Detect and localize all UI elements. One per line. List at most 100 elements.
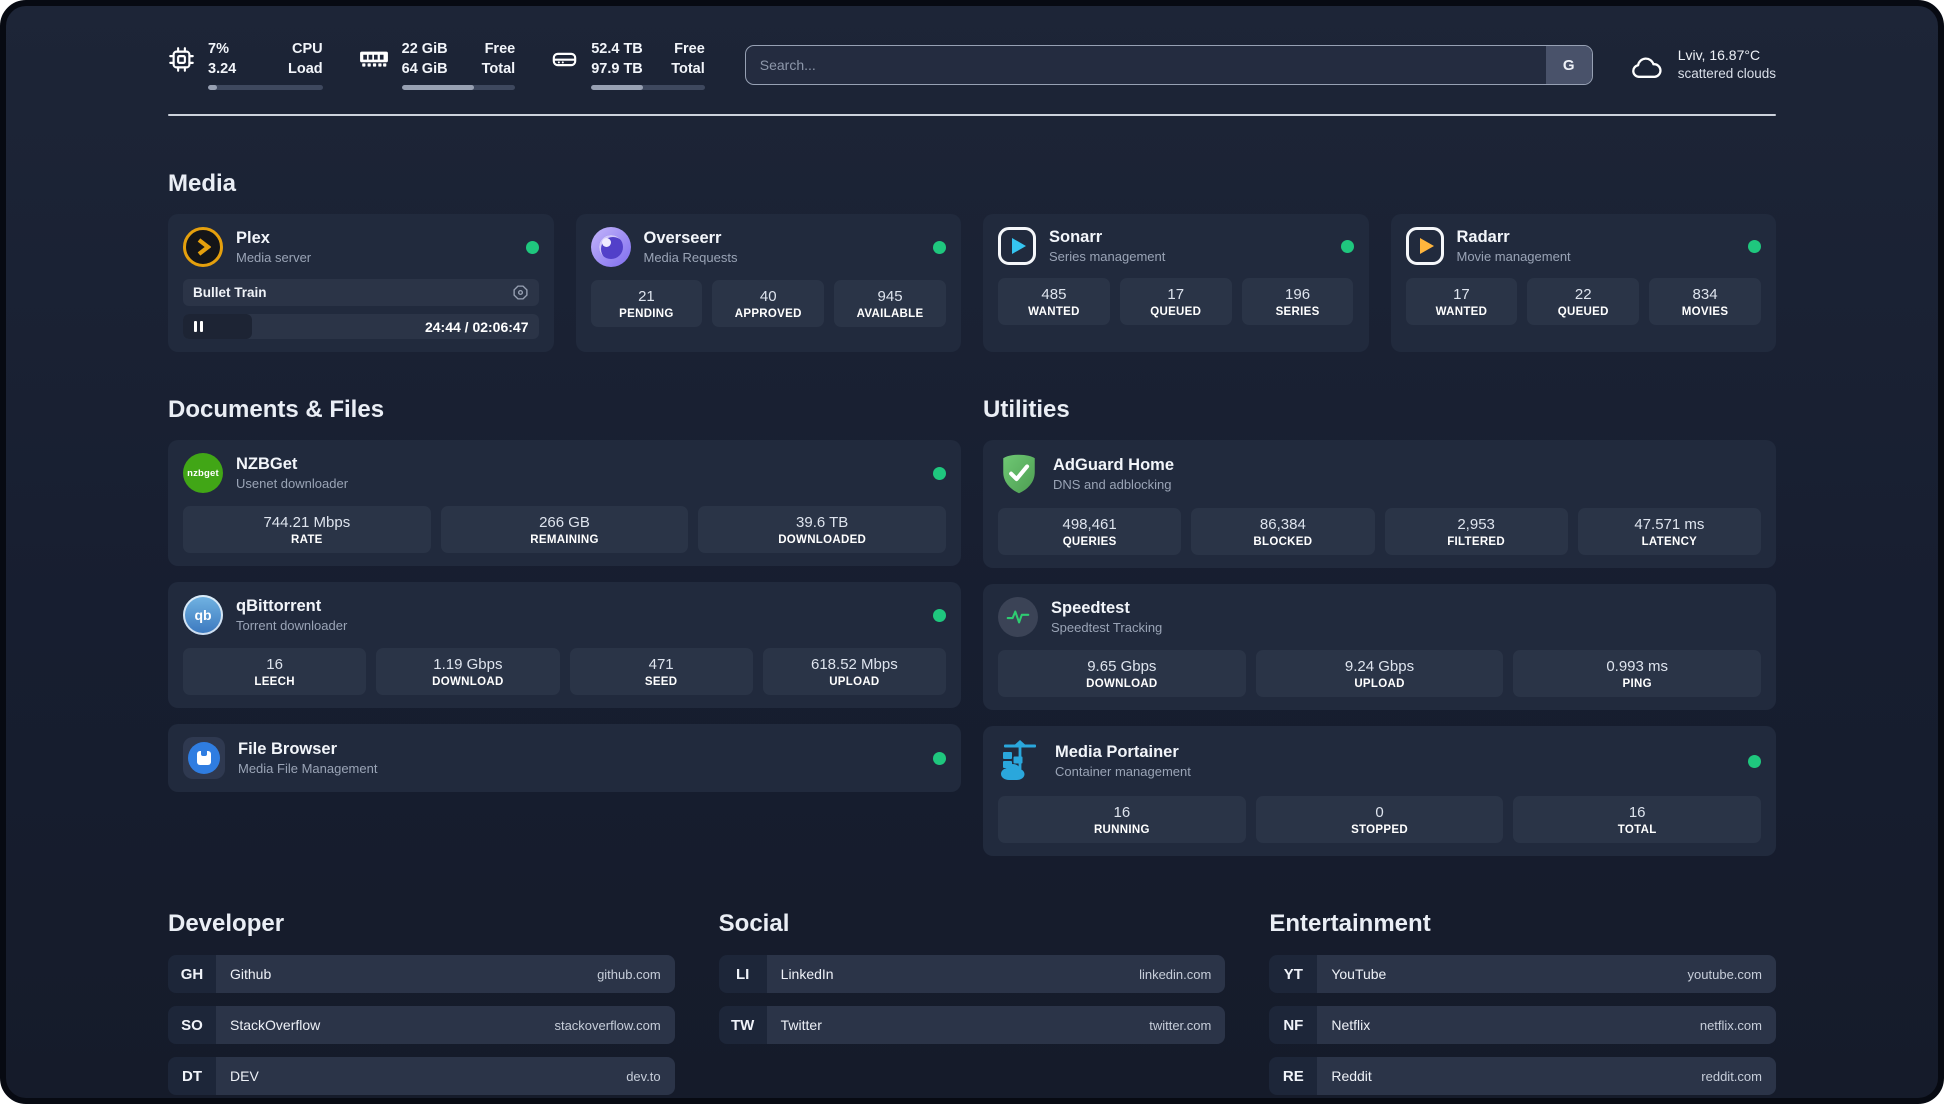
app-card-qbittorrent[interactable]: qb qBittorrent Torrent downloader 16 LEE…: [168, 582, 961, 709]
bookmark-abbr: RE: [1269, 1057, 1318, 1096]
bookmark-youtube[interactable]: YT YouTube youtube.com: [1269, 955, 1776, 994]
bookmark-name: Github: [230, 966, 272, 983]
metric-value-secondary: 64 GiB: [401, 60, 448, 77]
stat-label: QUEUED: [1150, 306, 1202, 319]
bookmark-linkedin[interactable]: LI LinkedIn linkedin.com: [718, 955, 1226, 994]
search-input[interactable]: [745, 46, 1546, 85]
stat-value: 498,461: [1062, 516, 1117, 534]
bookmark-body: YouTube youtube.com: [1317, 955, 1776, 994]
media-cards-row: Plex Media server Bullet Train 24:44 / 0…: [168, 214, 1776, 353]
status-online-dot: [933, 751, 946, 765]
app-subtitle: Series management: [1049, 249, 1166, 265]
stat-label: DOWNLOAD: [1086, 678, 1158, 691]
speedtest-icon: [998, 597, 1038, 638]
app-card-portainer[interactable]: Media Portainer Container management 16 …: [983, 726, 1776, 857]
search-bar[interactable]: G: [744, 45, 1593, 86]
stat-total: 16 TOTAL: [1513, 796, 1762, 844]
section-title-social: Social: [718, 910, 790, 938]
app-title: Overseerr: [643, 229, 722, 248]
disk-icon: [551, 46, 578, 73]
app-card-adguard[interactable]: AdGuard Home DNS and adblocking 498,461 …: [983, 440, 1776, 569]
app-card-overseerr[interactable]: Overseerr Media Requests 21 PENDING 40 A…: [575, 214, 961, 353]
app-subtitle: Media File Management: [238, 761, 378, 777]
status-online-dot: [1340, 239, 1354, 253]
metric-label-secondary: Total: [671, 60, 705, 77]
bookmark-abbr: YT: [1269, 955, 1318, 994]
app-card-header: AdGuard Home DNS and adblocking: [998, 453, 1761, 495]
section-title-media: Media: [168, 170, 237, 198]
metric-value-primary: 22 GiB: [401, 41, 448, 57]
app-card-sonarr[interactable]: Sonarr Series management 485 WANTED 17 Q…: [983, 214, 1369, 353]
app-card-nzbget[interactable]: nzbget NZBGet Usenet downloader 744.21 M…: [168, 440, 961, 567]
search-engine-button[interactable]: G: [1545, 46, 1592, 85]
stat-value: 1.19 Gbps: [433, 656, 503, 674]
app-card-speedtest[interactable]: Speedtest Speedtest Tracking 9.65 Gbps D…: [983, 584, 1776, 711]
bookmark-twitter[interactable]: TW Twitter twitter.com: [718, 1006, 1226, 1045]
dashboard: 7% 3.24 CPU Load 22 GiB 64 GiB Free Tota…: [0, 0, 1944, 1104]
stat-approved: 40 APPROVED: [712, 280, 825, 328]
metric-label-primary: Free: [484, 41, 516, 57]
bookmark-url: linkedin.com: [1139, 966, 1212, 982]
header-divider: [168, 114, 1776, 117]
bookmark-name: StackOverflow: [230, 1017, 321, 1034]
metric-label-primary: Free: [674, 41, 705, 57]
stat-value: 2,953: [1457, 516, 1495, 534]
bookmark-abbr: TW: [718, 1006, 767, 1045]
cpu-icon: [168, 46, 195, 73]
playback-progress-bar[interactable]: 24:44 / 02:06:47: [183, 314, 539, 340]
pause-icon[interactable]: [194, 321, 203, 333]
bookmark-reddit[interactable]: RE Reddit reddit.com: [1269, 1057, 1776, 1096]
card-stack: nzbget NZBGet Usenet downloader 744.21 M…: [168, 440, 961, 793]
bookmark-url: twitter.com: [1149, 1017, 1212, 1033]
bookmark-netflix[interactable]: NF Netflix netflix.com: [1269, 1006, 1776, 1045]
bookmark-url: stackoverflow.com: [554, 1017, 661, 1033]
cloud-icon: [1629, 55, 1665, 82]
stat-value: 834: [1692, 286, 1718, 304]
now-playing-row[interactable]: Bullet Train: [183, 279, 539, 307]
stat-value: 9.24 Gbps: [1344, 658, 1415, 676]
app-subtitle: Movie management: [1456, 249, 1571, 265]
section-documents-files: Documents & Files nzbget NZBGet Usenet d…: [168, 396, 961, 793]
filebrowser-icon: [183, 737, 225, 780]
portainer-icon: [998, 739, 1042, 783]
stat-wanted: 485 WANTED: [998, 278, 1110, 326]
bookmark-dev[interactable]: DT DEV dev.to: [168, 1057, 675, 1096]
memory-icon: [359, 46, 389, 70]
bookmark-stackoverflow[interactable]: SO StackOverflow stackoverflow.com: [168, 1006, 675, 1045]
status-online-dot: [525, 240, 539, 254]
bookmark-body: Twitter twitter.com: [766, 1006, 1226, 1045]
app-title: Media Portainer: [1055, 743, 1179, 762]
bookmark-list: LI LinkedIn linkedin.com TW Twitter twit…: [718, 955, 1226, 1045]
adguard-icon: [998, 453, 1040, 495]
sonarr-icon: [998, 227, 1036, 266]
app-subtitle: Media server: [236, 250, 312, 266]
bookmark-github[interactable]: GH Github github.com: [168, 955, 675, 994]
system-metrics: 7% 3.24 CPU Load 22 GiB 64 GiB Free Tota…: [168, 40, 741, 91]
stat-value: 86,384: [1259, 516, 1306, 534]
stat-queued: 17 QUEUED: [1119, 278, 1232, 326]
nzbget-icon: nzbget: [183, 453, 223, 494]
app-subtitle: Torrent downloader: [236, 618, 348, 634]
bookmark-url: reddit.com: [1701, 1068, 1762, 1084]
metric-value-secondary: 97.9 TB: [591, 60, 643, 77]
stat-label: RATE: [291, 534, 323, 547]
app-title: File Browser: [238, 740, 338, 759]
card-stack: AdGuard Home DNS and adblocking 498,461 …: [983, 440, 1776, 857]
app-card-header: Speedtest Speedtest Tracking: [998, 597, 1761, 638]
stat-upload: 9.24 Gbps UPLOAD: [1255, 650, 1504, 698]
app-title: qBittorrent: [236, 597, 322, 616]
playback-time: 24:44 / 02:06:47: [424, 318, 529, 335]
stats-row: 485 WANTED 17 QUEUED 196 SERIES: [998, 278, 1354, 326]
weather-widget: Lviv, 16.87°C scattered clouds: [1629, 46, 1776, 84]
bookmark-name: YouTube: [1331, 966, 1387, 983]
section-media: Media Plex Media server Bullet Train 24:…: [168, 170, 1776, 353]
stat-label: DOWNLOADED: [778, 534, 867, 547]
stats-row: 16 RUNNING 0 STOPPED 16 TOTAL: [998, 796, 1762, 844]
stat-value: 744.21 Mbps: [263, 514, 351, 532]
stat-label: SEED: [644, 676, 678, 689]
app-card-radarr[interactable]: Radarr Movie management 17 WANTED 22 QUE…: [1390, 214, 1776, 353]
metric-value-secondary: 3.24: [208, 60, 237, 77]
app-card-filebrowser[interactable]: File Browser Media File Management: [168, 724, 961, 793]
bookmark-url: github.com: [597, 966, 661, 982]
app-card-plex[interactable]: Plex Media server Bullet Train 24:44 / 0…: [168, 214, 554, 353]
